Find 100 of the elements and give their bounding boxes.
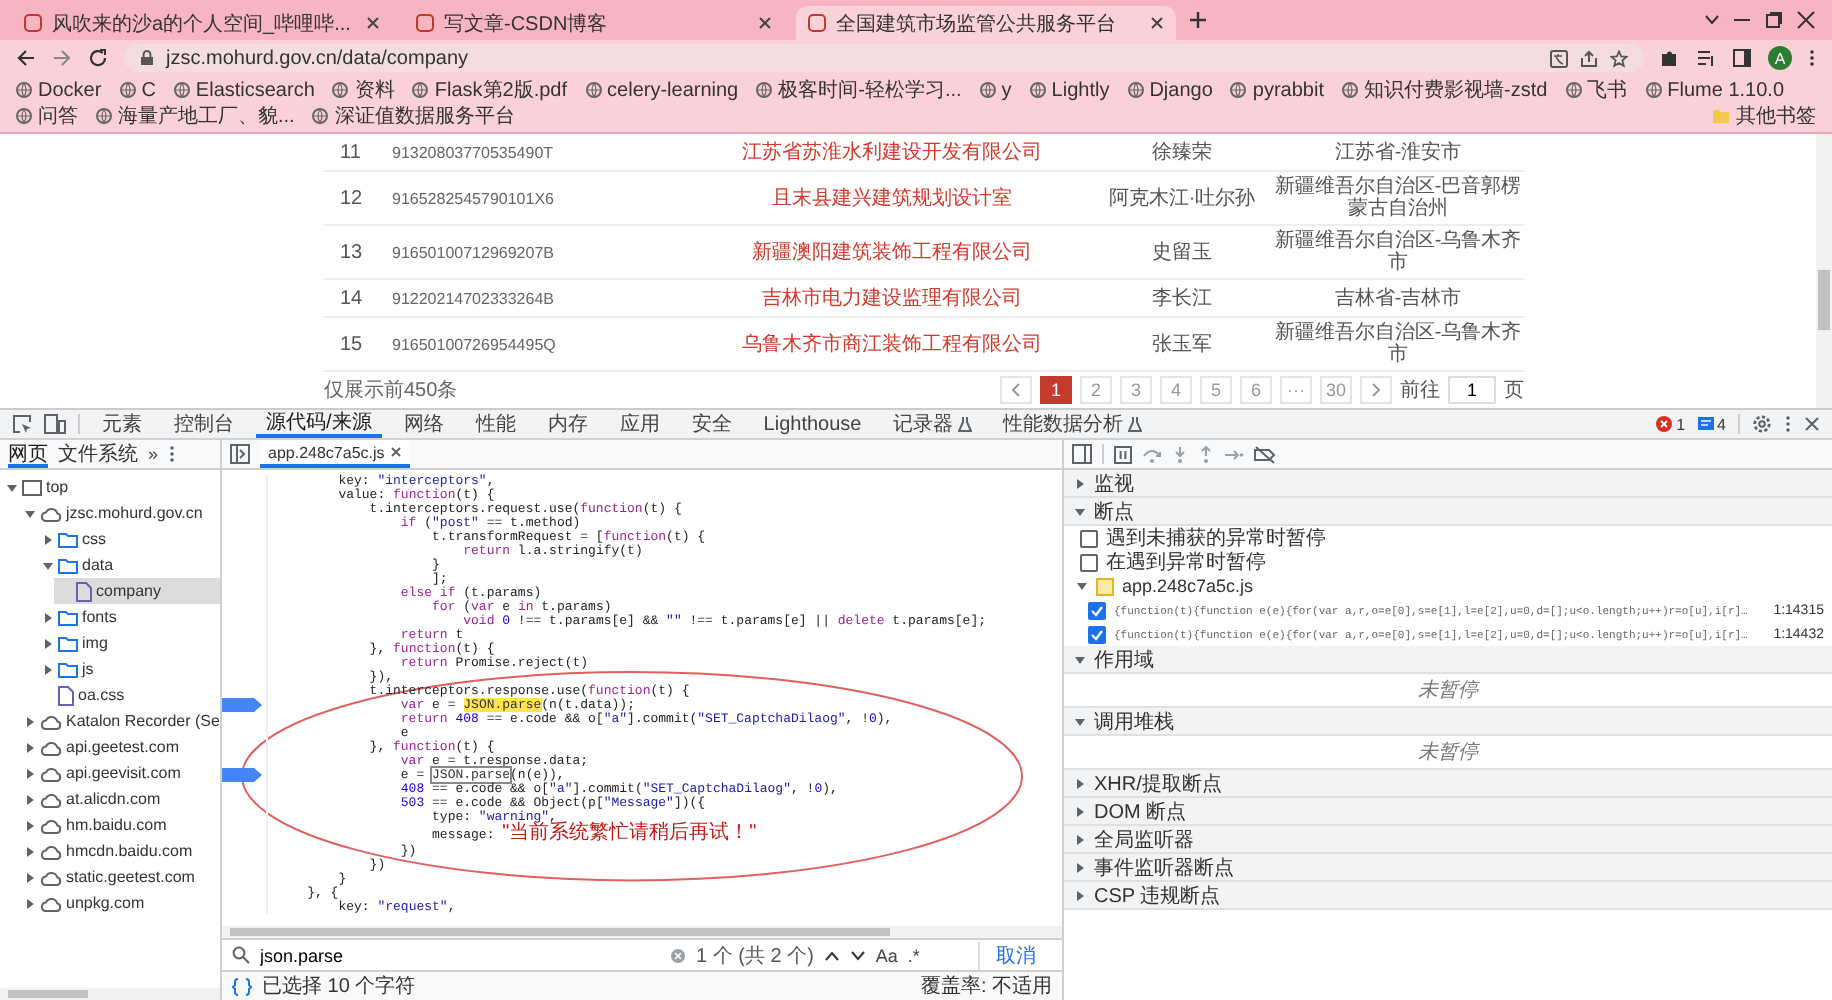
tree-item[interactable]: api.geetest.com (18, 734, 220, 760)
company-link[interactable]: 新疆澳阳建筑装饰工程有限公司 (692, 237, 1092, 267)
navigator-tab[interactable]: 文件系统 (58, 440, 138, 468)
translate-icon[interactable] (1550, 49, 1568, 67)
caret-icon[interactable] (42, 637, 54, 649)
profile-avatar[interactable]: A (1768, 46, 1792, 70)
company-link[interactable]: 乌鲁木齐市商江装饰工程有限公司 (692, 329, 1092, 359)
sidebar-toggle-icon[interactable] (230, 444, 250, 464)
close-icon[interactable] (366, 16, 380, 30)
chevron-down-icon[interactable] (1704, 14, 1720, 26)
bookmark[interactable]: 问答 (16, 104, 78, 128)
caret-icon[interactable] (1076, 580, 1088, 592)
forward-icon[interactable] (52, 48, 72, 68)
reload-icon[interactable] (88, 48, 108, 68)
close-icon[interactable] (1150, 16, 1164, 30)
devtools-tab[interactable]: 网络 (393, 410, 454, 438)
device-icon[interactable] (44, 414, 66, 434)
settings-icon[interactable] (1752, 414, 1772, 434)
deactivate-breakpoints-icon[interactable] (1254, 445, 1276, 463)
bookmark-folder[interactable]: 其他书签 (1712, 104, 1816, 128)
caret-icon[interactable] (1074, 861, 1086, 873)
navigator-tab[interactable]: 网页 (8, 440, 48, 468)
company-link[interactable]: 且末县建兴建筑规划设计室 (692, 183, 1092, 213)
more-icon[interactable] (1808, 48, 1816, 68)
section-header[interactable]: 断点 (1064, 498, 1832, 526)
playlist-icon[interactable] (1696, 48, 1716, 68)
side-panel-icon[interactable] (1732, 48, 1752, 68)
inspect-icon[interactable] (12, 414, 32, 434)
devtools-tab[interactable]: 应用 (609, 410, 670, 438)
file-tab[interactable]: app.248c7a5c.js (260, 440, 411, 468)
tree-item[interactable]: hmcdn.baidu.com (18, 838, 220, 864)
caret-icon[interactable] (1074, 805, 1086, 817)
caret-icon[interactable] (1074, 777, 1086, 789)
chevron-up-icon[interactable] (823, 949, 840, 961)
bookmark[interactable]: 飞书 (1565, 78, 1628, 102)
devtools-tab[interactable]: 安全 (681, 410, 742, 438)
bookmark[interactable]: celery-learning (585, 78, 739, 102)
checkbox[interactable] (1088, 625, 1106, 643)
tree-item[interactable]: hm.baidu.com (18, 812, 220, 838)
bookmark[interactable]: Docker (16, 78, 102, 102)
caret-icon[interactable] (24, 715, 36, 727)
close-icon[interactable] (390, 446, 403, 458)
tree-item[interactable]: static.geetest.com (18, 864, 220, 890)
bookmark[interactable]: 深证值数据服务平台 (312, 104, 515, 128)
browser-tab[interactable]: 全国建筑市场监管公共服务平台 (796, 6, 1176, 40)
chevron-down-icon[interactable] (849, 949, 866, 961)
devtools-tab[interactable]: Lighthouse (753, 410, 872, 438)
section-header[interactable]: 监视 (1064, 470, 1832, 498)
caret-icon[interactable] (1074, 833, 1086, 845)
tree-item[interactable]: api.geevisit.com (18, 760, 220, 786)
match-case-toggle[interactable]: Aa (875, 945, 898, 965)
bookmark[interactable]: 知识付费影视墙-zstd (1341, 78, 1548, 102)
bookmark[interactable]: Django (1127, 78, 1213, 102)
caret-icon[interactable] (24, 507, 36, 519)
caret-icon[interactable] (1074, 505, 1086, 517)
devtools-tab[interactable]: 元素 (92, 410, 152, 438)
caret-icon[interactable] (1074, 889, 1086, 901)
more-icon[interactable] (1784, 414, 1792, 434)
more-tabs-button[interactable]: » (148, 444, 159, 464)
section-header[interactable]: CSP 违规断点 (1064, 882, 1832, 910)
devtools-tab[interactable]: 记录器 (883, 410, 982, 438)
checkbox[interactable] (1080, 553, 1098, 571)
close-icon[interactable] (758, 16, 772, 30)
back-icon[interactable] (16, 48, 36, 68)
tree-item[interactable]: at.alicdn.com (18, 786, 220, 812)
tree-item[interactable]: fonts (36, 604, 220, 630)
page-button[interactable]: 1 (1039, 376, 1072, 404)
tree-item[interactable]: data (36, 552, 220, 578)
caret-icon[interactable] (24, 767, 36, 779)
pause-icon[interactable] (1114, 445, 1132, 463)
regex-toggle[interactable]: .* (907, 945, 920, 965)
caret-icon[interactable] (6, 481, 18, 493)
caret-icon[interactable] (42, 559, 54, 571)
bookmark[interactable]: Flume 1.10.0 (1645, 78, 1785, 102)
new-tab-icon[interactable] (1188, 10, 1208, 30)
address-field[interactable]: jzsc.mohurd.gov.cn/data/company (124, 44, 1644, 72)
section-header[interactable]: XHR/提取断点 (1064, 770, 1832, 798)
browser-tab[interactable]: 写文章-CSDN博客 (404, 6, 784, 40)
devtools-tab[interactable]: 性能数据分析 (993, 410, 1152, 438)
caret-icon[interactable] (42, 663, 54, 675)
breakpoint-marker[interactable] (222, 698, 262, 712)
devtools-tab[interactable]: 控制台 (164, 410, 244, 438)
tree-item[interactable]: css (36, 526, 220, 552)
page-input[interactable]: 1 (1448, 376, 1496, 404)
scrollbar[interactable] (222, 926, 1062, 938)
bookmark[interactable]: 资料 (332, 78, 395, 102)
tree-item[interactable]: img (36, 630, 220, 656)
tree-item[interactable]: unpkg.com (18, 890, 220, 916)
puzzle-icon[interactable] (1660, 48, 1680, 68)
more-icon[interactable] (168, 444, 177, 464)
caret-icon[interactable] (42, 533, 54, 545)
tree-item[interactable]: Katalon Recorder (Se (18, 708, 220, 734)
caret-icon[interactable] (24, 819, 36, 831)
tree-item[interactable]: oa.css (36, 682, 220, 708)
devtools-tab[interactable]: 性能 (465, 410, 526, 438)
tree-item[interactable]: jzsc.mohurd.gov.cn (18, 500, 220, 526)
star-icon[interactable] (1610, 49, 1628, 67)
caret-icon[interactable] (24, 741, 36, 753)
braces-icon[interactable] (232, 977, 252, 995)
clear-icon[interactable] (670, 947, 686, 963)
